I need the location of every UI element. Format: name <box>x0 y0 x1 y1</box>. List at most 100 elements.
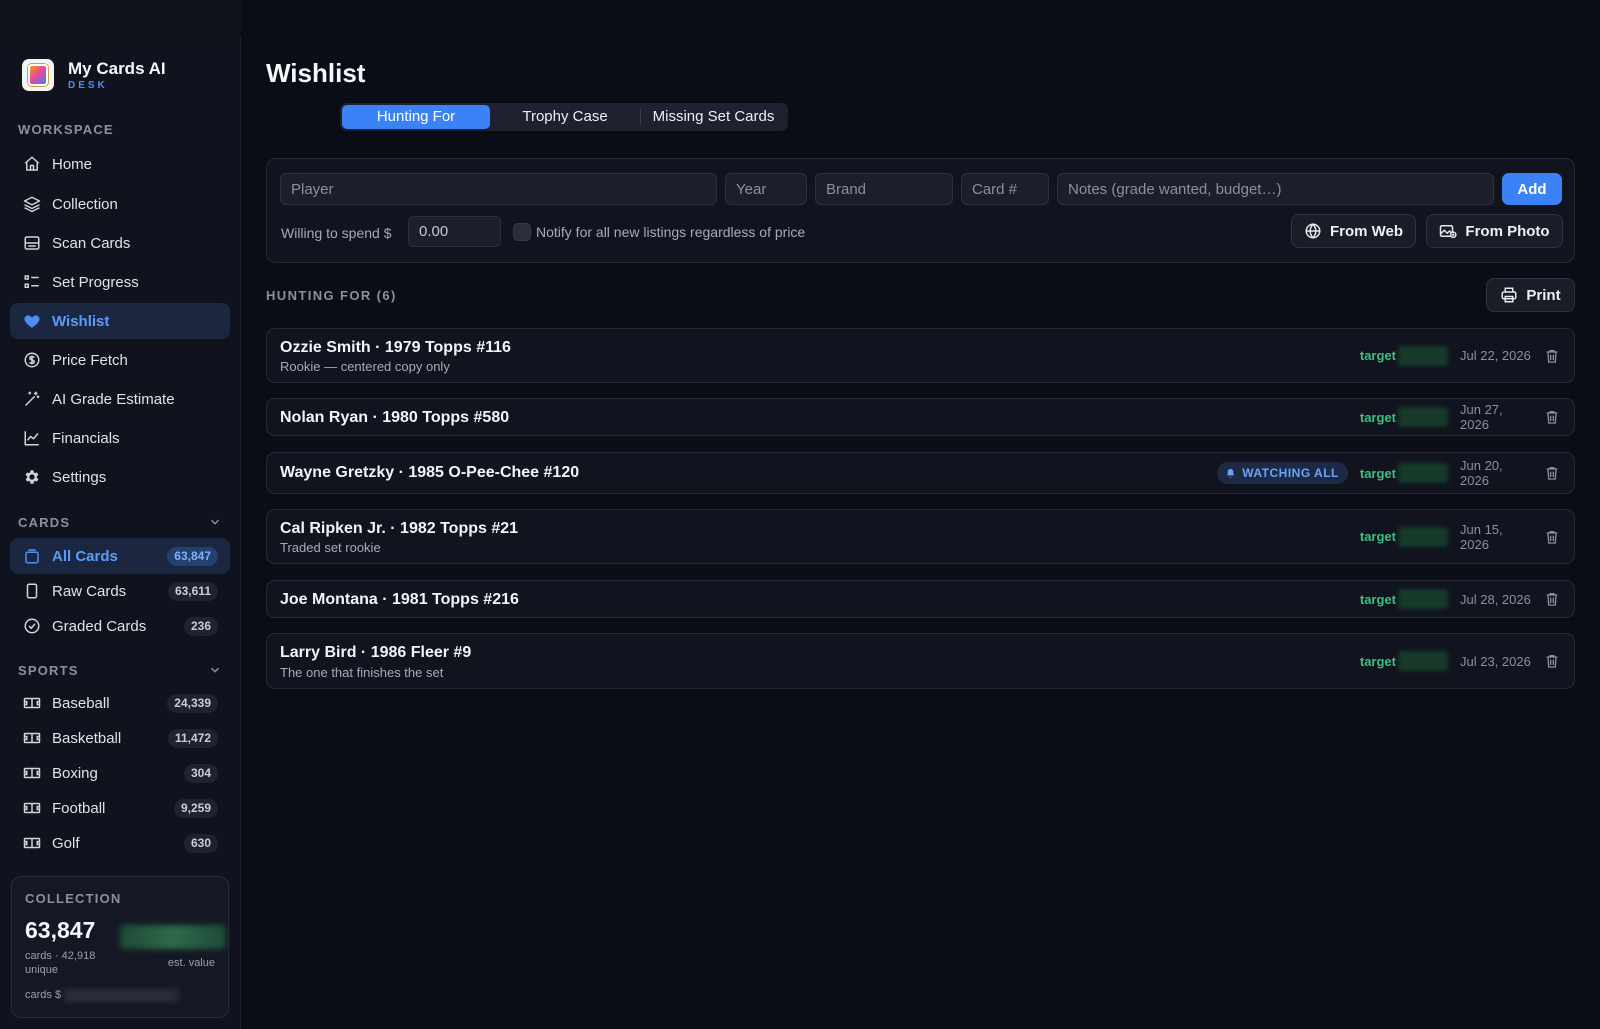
sidebar-item-label: Football <box>52 799 106 817</box>
watching-all-label: WATCHING ALL <box>1242 466 1339 480</box>
sidebar-item-basketball[interactable]: Basketball 11,472 <box>10 720 230 756</box>
print-button[interactable]: Print <box>1486 278 1575 312</box>
badge-check-icon <box>23 617 41 635</box>
sidebar-item-collection[interactable]: Collection <box>10 186 230 222</box>
target-label: target <box>1359 529 1396 544</box>
brand-input[interactable] <box>815 173 953 205</box>
target-label: target <box>1359 591 1396 607</box>
add-button[interactable]: Add <box>1502 173 1562 205</box>
field-icon <box>23 834 41 852</box>
count-badge: 236 <box>183 617 218 636</box>
trash-icon[interactable] <box>1544 465 1560 481</box>
count-badge: 11,472 <box>167 729 218 748</box>
sidebar-item-wishlist[interactable]: Wishlist <box>10 303 230 339</box>
trend-chart-icon <box>23 429 41 447</box>
field-icon <box>23 799 41 817</box>
from-photo-button[interactable]: From Photo <box>1426 214 1563 248</box>
app-name: My Cards AI <box>68 59 166 78</box>
est-value-redacted <box>120 925 226 949</box>
chevron-down-icon[interactable] <box>208 663 222 677</box>
trash-icon[interactable] <box>1544 529 1560 545</box>
wishlist-row[interactable]: Nolan Ryan · 1980 Topps #580 target Jun … <box>266 398 1575 436</box>
trash-icon[interactable] <box>1544 653 1560 669</box>
brand[interactable]: My Cards AI DESK <box>22 59 166 91</box>
printer-icon <box>1501 287 1517 303</box>
watching-all-badge: WATCHING ALL <box>1217 462 1348 484</box>
sidebar-item-settings[interactable]: Settings <box>10 459 230 495</box>
wishlist-row[interactable]: Wayne Gretzky · 1985 O-Pee-Chee #120 WAT… <box>266 452 1575 494</box>
cards-section-label: CARDS <box>18 515 71 530</box>
sidebar-top-strip <box>0 0 241 37</box>
trash-icon[interactable] <box>1544 591 1560 607</box>
sidebar-item-label: Golf <box>52 834 80 852</box>
target-price-redacted <box>1398 526 1448 547</box>
target-price-redacted <box>1398 407 1448 427</box>
field-icon <box>23 694 41 712</box>
sidebar-item-label: Boxing <box>52 764 98 782</box>
row-title: Joe Montana · 1981 Topps #216 <box>280 591 519 608</box>
sidebar-item-scan-cards[interactable]: Scan Cards <box>10 225 230 261</box>
row-title: Nolan Ryan · 1980 Topps #580 <box>280 409 510 426</box>
notify-checkbox[interactable] <box>513 223 531 241</box>
sidebar-item-ai-grade-estimate[interactable]: AI Grade Estimate <box>10 381 230 417</box>
sidebar-item-home[interactable]: Home <box>10 146 230 182</box>
list-header: HUNTING FOR (6) <box>266 288 397 303</box>
spend-label: Willing to spend $ <box>281 225 392 241</box>
card-number-input[interactable] <box>961 173 1049 205</box>
app-edition: DESK <box>68 80 108 91</box>
wishlist-row[interactable]: Cal Ripken Jr. · 1982 Topps #21 Traded s… <box>266 509 1575 564</box>
app-logo-icon <box>22 59 54 91</box>
tab-hunting-for[interactable]: Hunting For <box>342 105 490 129</box>
wishlist-row[interactable]: Ozzie Smith · 1979 Topps #116 Rookie — c… <box>266 328 1575 383</box>
sidebar-item-label: All Cards <box>52 547 118 565</box>
photo-icon <box>1440 225 1458 239</box>
spend-input[interactable] <box>408 216 501 247</box>
notes-input[interactable] <box>1057 173 1494 205</box>
from-web-button[interactable]: From Web <box>1291 214 1416 248</box>
gear-icon <box>23 468 41 486</box>
sidebar-item-label: Settings <box>52 468 107 486</box>
target-price-redacted <box>1398 463 1448 483</box>
sidebar-item-set-progress[interactable]: Set Progress <box>10 264 230 300</box>
magic-wand-icon <box>23 390 41 408</box>
sidebar-item-label: Basketball <box>52 729 122 747</box>
tab-missing-set-cards[interactable]: Missing Set Cards <box>641 105 786 129</box>
target-price-redacted <box>1398 651 1448 671</box>
globe-icon <box>1305 223 1321 239</box>
page-title: Wishlist <box>266 58 366 88</box>
sidebar-item-all-cards[interactable]: All Cards 63,847 <box>10 538 230 574</box>
target-price-redacted <box>1398 345 1448 366</box>
sidebar-item-football[interactable]: Football 9,259 <box>10 790 230 826</box>
chevron-down-icon[interactable] <box>208 515 222 529</box>
sidebar-item-graded-cards[interactable]: Graded Cards 236 <box>10 608 230 644</box>
trash-icon[interactable] <box>1544 409 1560 425</box>
sidebar-item-raw-cards[interactable]: Raw Cards 63,611 <box>10 573 230 609</box>
target-label: target <box>1359 348 1396 363</box>
sidebar-item-boxing[interactable]: Boxing 304 <box>10 755 230 791</box>
year-input[interactable] <box>725 173 807 205</box>
row-note: Traded set rookie <box>280 540 381 555</box>
sidebar-item-financials[interactable]: Financials <box>10 420 230 456</box>
tab-trophy-case[interactable]: Trophy Case <box>490 105 640 129</box>
sidebar-item-baseball[interactable]: Baseball 24,339 <box>10 685 230 721</box>
count-badge: 630 <box>183 834 218 853</box>
row-title: Ozzie Smith · 1979 Topps #116 <box>280 339 511 356</box>
wishlist-row[interactable]: Larry Bird · 1986 Fleer #9 The one that … <box>266 633 1575 689</box>
sidebar-item-price-fetch[interactable]: Price Fetch <box>10 342 230 378</box>
sidebar-item-golf[interactable]: Golf 630 <box>10 825 230 861</box>
notify-label[interactable]: Notify for all new listings regardless o… <box>536 224 805 240</box>
target-label: target <box>1359 409 1396 425</box>
row-date: Jul 28, 2026 <box>1460 591 1531 607</box>
collection-summary-card[interactable]: COLLECTION 63,847 cards · 42,918 unique … <box>11 876 229 1018</box>
target-price-redacted <box>1398 589 1448 609</box>
sidebar-item-label: Financials <box>52 429 120 447</box>
wishlist-row[interactable]: Joe Montana · 1981 Topps #216 target Jul… <box>266 580 1575 618</box>
checklist-icon <box>23 273 41 291</box>
trash-icon[interactable] <box>1544 348 1560 364</box>
player-input[interactable] <box>280 173 717 205</box>
row-note: Rookie — centered copy only <box>280 359 450 374</box>
card-icon <box>23 582 41 600</box>
row-title: Cal Ripken Jr. · 1982 Topps #21 <box>280 520 519 537</box>
row-date: Jun 20, 2026 <box>1460 458 1503 488</box>
sidebar-item-label: Graded Cards <box>52 617 147 635</box>
